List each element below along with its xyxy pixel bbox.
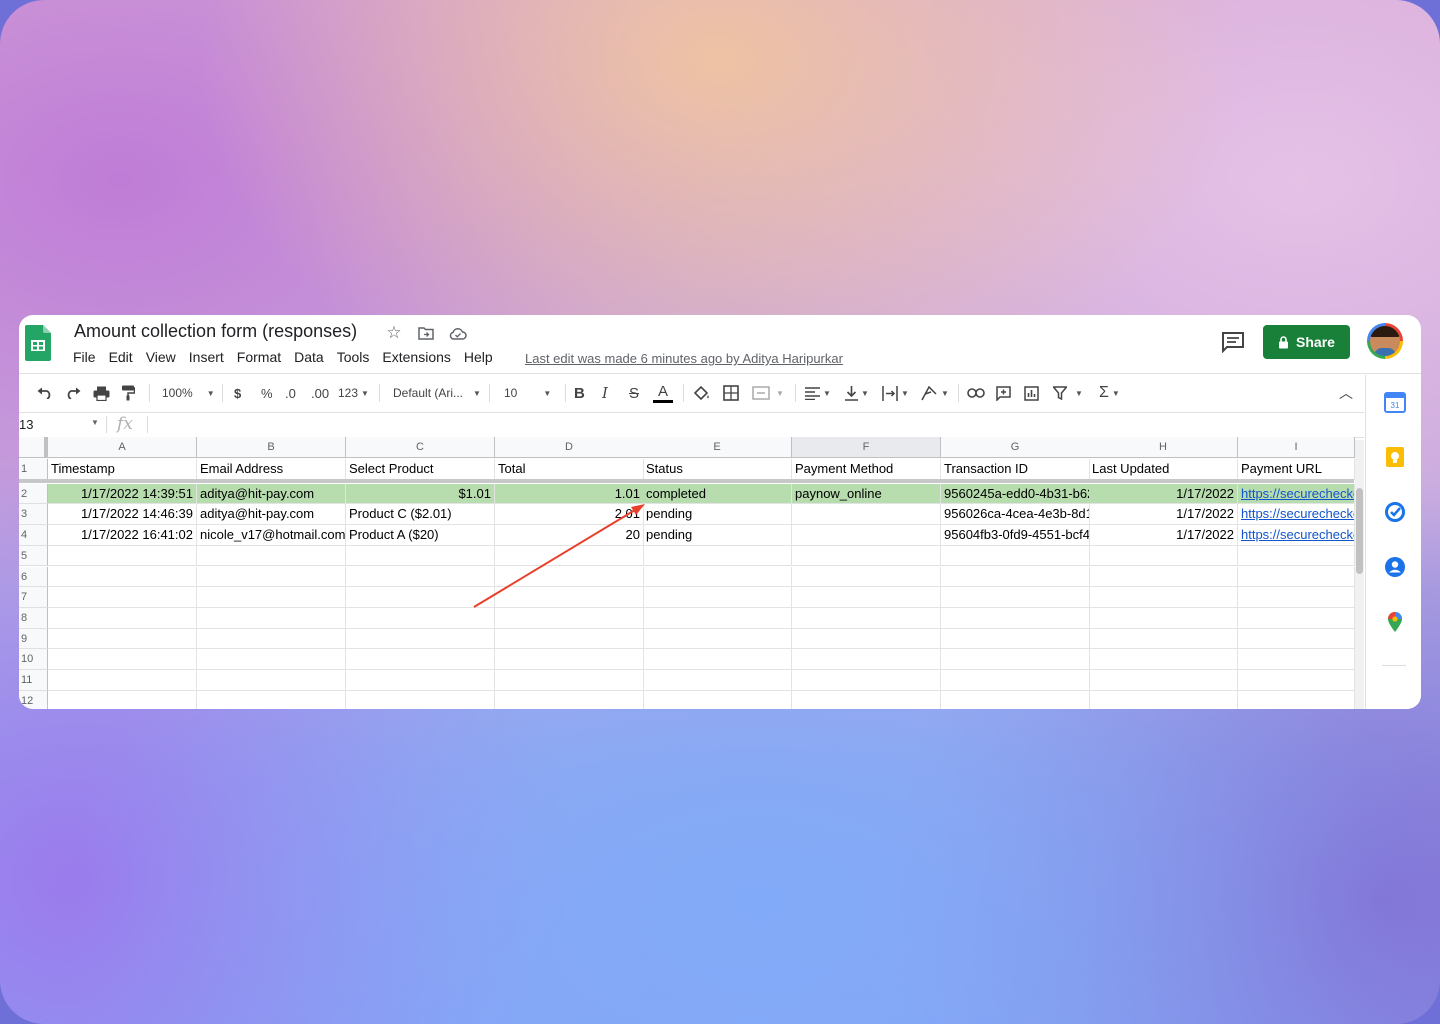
sheets-window: Amount collection form (responses) ☆ Fil… <box>19 315 1421 709</box>
background: Amount collection form (responses) ☆ Fil… <box>0 0 1440 1024</box>
annotation-arrow <box>473 504 645 608</box>
